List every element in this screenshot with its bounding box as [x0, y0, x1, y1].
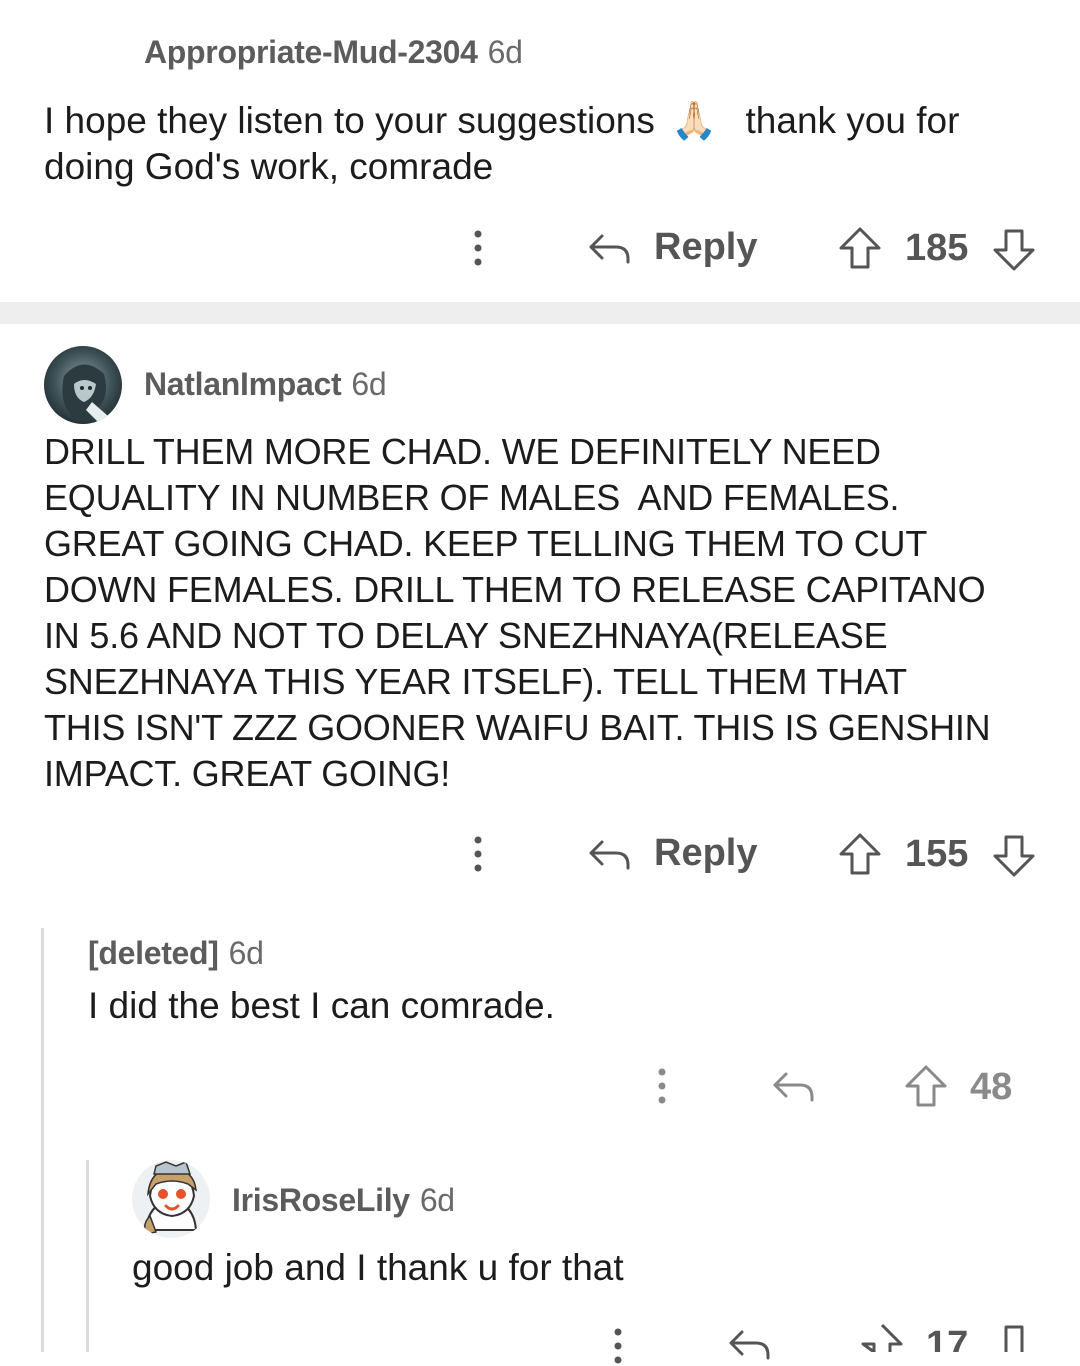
comment-age: 6d: [419, 1182, 455, 1218]
comment-divider: [0, 302, 1080, 324]
reply-icon: [773, 1072, 814, 1102]
thread-line[interactable]: [41, 928, 44, 1352]
upvote-icon: [839, 833, 881, 875]
reply-button[interactable]: Reply: [588, 226, 757, 269]
thread-line[interactable]: [86, 1160, 89, 1352]
comment-3-body: I did the best I can comrade.: [88, 985, 555, 1026]
vote-score: 155: [905, 833, 969, 875]
upvote-icon: [905, 1065, 947, 1107]
comment-age: 6d: [228, 935, 264, 971]
comment-text-line: EQUALITY IN NUMBER OF MALES AND FEMALES.: [44, 477, 900, 518]
reply-label: Reply: [654, 832, 758, 874]
more-options-icon[interactable]: [468, 834, 488, 874]
pray-emoji: 🙏🏻: [671, 100, 718, 141]
vote-score: 48: [970, 1066, 1013, 1108]
reply-icon: [588, 834, 632, 874]
upvote-button[interactable]: [860, 1322, 904, 1352]
comment-text-line: IMPACT. GREAT GOING!: [44, 753, 451, 794]
downvote-button[interactable]: [992, 1324, 1036, 1352]
downvote-button[interactable]: [992, 228, 1036, 272]
comment-4-author[interactable]: IrisRoseLily 6d: [232, 1182, 455, 1219]
more-options-icon[interactable]: [468, 228, 488, 268]
upvote-icon: [839, 227, 881, 269]
upvote-button[interactable]: [838, 832, 882, 876]
comment-text-line: GREAT GOING CHAD. KEEP TELLING THEM TO C…: [44, 523, 928, 564]
comment-text-line: DOWN FEMALES. DRILL THEM TO RELEASE CAPI…: [44, 569, 986, 610]
comment-4-body: good job and I thank u for that: [132, 1247, 624, 1288]
avatar[interactable]: [44, 346, 122, 424]
reply-icon: [729, 1330, 770, 1360]
reply-button[interactable]: [772, 1066, 816, 1106]
comment-text-line: SNEZHNAYA THIS YEAR ITSELF). TELL THEM T…: [44, 661, 907, 702]
reply-button[interactable]: Reply: [588, 832, 757, 875]
author-name[interactable]: Appropriate-Mud-2304: [144, 34, 478, 70]
downvote-icon: [993, 835, 1035, 877]
vote-score: 17: [926, 1324, 969, 1352]
downvote-icon: [993, 229, 1035, 271]
downvote-icon: [1004, 1325, 1024, 1352]
comment-2-author[interactable]: NatlanImpact 6d: [144, 366, 387, 403]
author-name: [deleted]: [88, 935, 219, 971]
comment-text: doing God's work, comrade: [44, 146, 494, 187]
reply-label: Reply: [654, 226, 758, 268]
comment-age: 6d: [351, 366, 387, 402]
comment-1-author[interactable]: Appropriate-Mud-2304 6d: [144, 34, 523, 71]
author-name[interactable]: IrisRoseLily: [232, 1182, 410, 1218]
reply-button[interactable]: [728, 1324, 772, 1364]
upvote-icon: [861, 1323, 903, 1352]
more-options-icon[interactable]: [608, 1326, 628, 1366]
more-options-icon[interactable]: [652, 1066, 672, 1106]
comment-text: I hope they listen to your suggestions: [44, 100, 655, 141]
upvote-button[interactable]: [904, 1064, 948, 1108]
comment-age: 6d: [487, 34, 523, 70]
comment-text-line: THIS ISN'T ZZZ GOONER WAIFU BAIT. THIS I…: [44, 707, 991, 748]
avatar[interactable]: [132, 1160, 210, 1238]
author-name[interactable]: NatlanImpact: [144, 366, 342, 402]
vote-score: 185: [905, 227, 969, 269]
comment-text: thank you for: [745, 100, 960, 141]
comment-text-line: DRILL THEM MORE CHAD. WE DEFINITELY NEED: [44, 431, 881, 472]
reply-icon: [588, 228, 632, 268]
comment-text-line: IN 5.6 AND NOT TO DELAY SNEZHNAYA(RELEAS…: [44, 615, 888, 656]
comment-3-author: [deleted] 6d: [88, 935, 264, 972]
comment-1-body: I hope they listen to your suggestions 🙏…: [44, 98, 1044, 190]
downvote-button[interactable]: [992, 834, 1036, 878]
comment-2-body: DRILL THEM MORE CHAD. WE DEFINITELY NEED…: [44, 429, 1054, 797]
upvote-button[interactable]: [838, 226, 882, 270]
